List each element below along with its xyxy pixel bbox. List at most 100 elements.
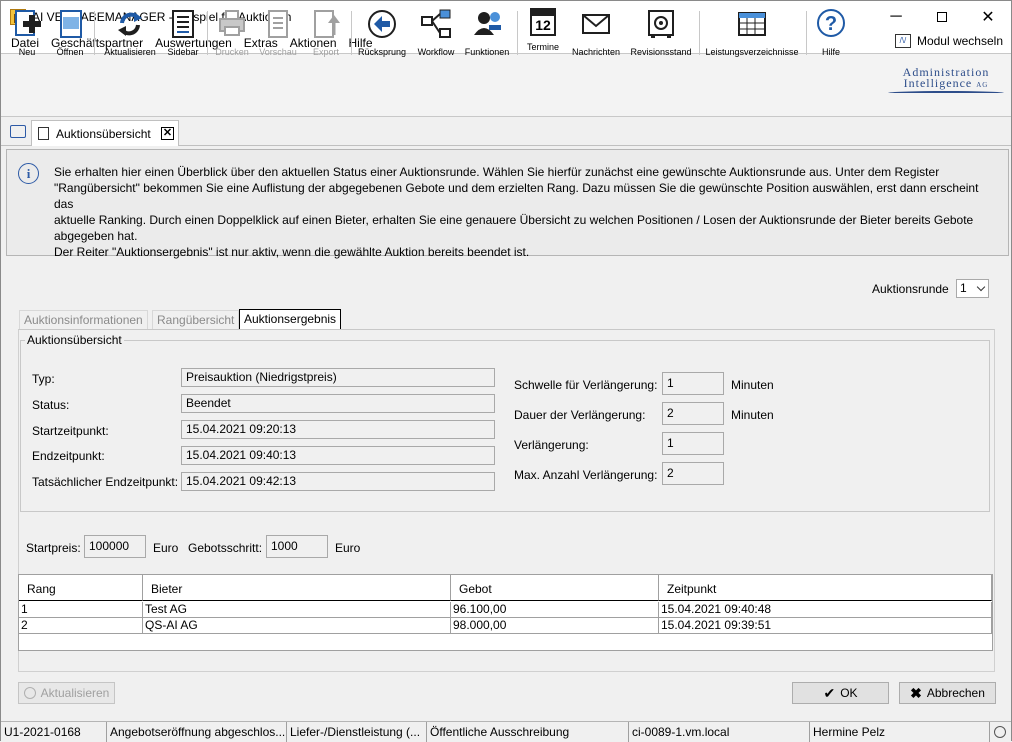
status-type: Liefer-/Dienstleistung (...	[287, 722, 427, 742]
toolbar-export-label: Export	[312, 47, 339, 57]
status-label: Status:	[32, 398, 70, 412]
toolbar-funktionen-button[interactable]: Funktionen	[464, 3, 510, 61]
toolbar-workflow-button[interactable]: Workflow	[415, 3, 457, 61]
toolbar-separator	[699, 11, 700, 55]
toolbar-revisionsstand-label: Revisionsstand	[630, 47, 692, 57]
toolbar-hilfe-button[interactable]: ? Hilfe	[815, 3, 847, 61]
schwelle-field: 1	[662, 372, 724, 395]
info-icon: i	[18, 163, 39, 184]
info-text: Sie erhalten hier einen Überblick über d…	[54, 164, 994, 260]
typ-label: Typ:	[32, 372, 55, 386]
toolbar-ruecksprung-button[interactable]: Rücksprung	[357, 3, 407, 61]
dauer-unit: Minuten	[731, 408, 774, 422]
toolbar-separator	[207, 11, 208, 55]
ok-label: OK	[840, 686, 858, 700]
toolbar-termine-button[interactable]: 12 Termine	[525, 3, 561, 61]
toolbar-nachrichten-label: Nachrichten	[571, 47, 621, 57]
toolbar-nachrichten-button[interactable]: Nachrichten	[570, 3, 622, 61]
column-header-zeitpunkt[interactable]: Zeitpunkt	[659, 575, 992, 601]
column-header-rang[interactable]: Rang	[19, 575, 143, 601]
toolbar-separator	[806, 11, 807, 55]
company-logo: Administration Intelligence AG	[888, 66, 1004, 97]
status-project-id: U1-2021-0168	[1, 722, 107, 742]
column-header-gebot[interactable]: Gebot	[451, 575, 659, 601]
toolbar-leistungsverzeichnisse-label: Leistungsverzeichnisse	[705, 47, 799, 57]
toolbar-vorschau-button[interactable]: Vorschau	[259, 3, 297, 61]
envelope-icon	[580, 7, 612, 41]
startpreis-label: Startpreis:	[26, 541, 81, 555]
toolbar-revisionsstand-button[interactable]: Revisionsstand	[630, 3, 692, 61]
toolbar-drucken-button[interactable]: Drucken	[214, 3, 250, 61]
modul-wechseln-button[interactable]: /\/ Modul wechseln	[894, 34, 1003, 48]
tab-auktionsinformationen[interactable]: Auktionsinformationen	[19, 310, 148, 329]
info-line: Sie erhalten hier einen Überblick über d…	[54, 165, 940, 179]
toolbar-export-button[interactable]: Export	[310, 3, 342, 61]
connection-status-icon	[994, 726, 1006, 738]
tab-auktionsuebersicht[interactable]: Auktionsübersicht ✕	[31, 120, 179, 146]
toolbar-neu-label: Neu	[18, 47, 36, 57]
results-table: Rang Bieter Gebot Zeitpunkt 1 Test AG 96…	[18, 574, 993, 651]
refresh-icon	[114, 7, 146, 41]
startpreis-field: 100000	[84, 535, 146, 558]
back-arrow-icon	[366, 7, 398, 41]
toolbar-workflow-label: Workflow	[417, 47, 455, 57]
toolbar-vorschau-label: Vorschau	[259, 47, 297, 57]
window-switch-icon[interactable]	[10, 125, 26, 138]
toolbar-separator	[517, 11, 518, 55]
toolbar-aktualisieren-button[interactable]: Aktualisieren	[102, 3, 158, 61]
status-user: Hermine Pelz	[810, 722, 990, 742]
typ-field: Preisauktion (Niedrigstpreis)	[181, 368, 495, 387]
table-cell[interactable]: 1	[19, 602, 143, 618]
toolbar-termine-label: Termine	[526, 42, 559, 52]
logo-swoosh	[888, 91, 1004, 95]
table-icon	[736, 7, 768, 41]
toolbar-neu-button[interactable]: Neu	[11, 3, 43, 61]
table-cell[interactable]: 96.100,00	[451, 602, 659, 618]
aktualisieren-button[interactable]: Aktualisieren	[18, 682, 115, 704]
logo-line2: Intelligence	[903, 76, 973, 90]
info-line: Der Reiter "Auktionsergebnis" ist nur ak…	[54, 245, 530, 259]
verlaengerung-field: 1	[662, 432, 724, 455]
cancel-button[interactable]: ✖ Abbrechen	[899, 682, 996, 704]
group-title: Auktionsübersicht	[25, 333, 124, 347]
printer-icon	[216, 7, 248, 41]
auktionsrunde-select[interactable]: 1	[956, 279, 989, 298]
preview-icon	[262, 7, 294, 41]
info-line: aktuelle Ranking. Durch einen Doppelklic…	[54, 213, 974, 227]
toolbar-sidebar-button[interactable]: Sidebar	[166, 3, 200, 61]
table-cell[interactable]: 15.04.2021 09:40:48	[659, 602, 992, 618]
toolbar-leistungsverzeichnisse-button[interactable]: Leistungsverzeichnisse	[705, 3, 799, 61]
toolbar-oeffnen-button[interactable]: Öffnen	[53, 3, 87, 61]
toolbar-separator	[351, 11, 352, 55]
info-panel: i Sie erhalten hier einen Überblick über…	[6, 149, 1009, 259]
tatsaechlicher-endzeitpunkt-field: 15.04.2021 09:42:13	[181, 472, 495, 491]
table-cell[interactable]: 15.04.2021 09:39:51	[659, 618, 992, 634]
dauer-field: 2	[662, 402, 724, 425]
minimize-button[interactable]: ─	[873, 1, 919, 32]
info-line: abgegeben hat.	[54, 229, 138, 243]
functions-icon	[471, 7, 503, 41]
workflow-icon	[420, 7, 452, 41]
tab-rangübersicht[interactable]: Rangübersicht	[152, 310, 240, 329]
toolbar-oeffnen-label: Öffnen	[56, 47, 84, 57]
close-tab-icon[interactable]: ✕	[161, 127, 174, 140]
close-button[interactable]: ✕	[965, 1, 1011, 32]
toolbar	[1, 53, 1011, 117]
table-cell[interactable]: 2	[19, 618, 143, 634]
startpreis-unit: Euro	[153, 541, 179, 555]
gebotsschritt-unit: Euro	[335, 541, 361, 555]
column-header-bieter[interactable]: Bieter	[143, 575, 451, 601]
table-cell[interactable]: QS-AI AG	[143, 618, 451, 634]
toolbar-aktualisieren-label: Aktualisieren	[104, 47, 156, 57]
table-cell[interactable]: Test AG	[143, 602, 451, 618]
toolbar-hilfe-label: Hilfe	[821, 47, 840, 57]
ok-button[interactable]: ✔ OK	[792, 682, 889, 704]
logo-suffix: AG	[976, 81, 989, 89]
tab-auktionsergebnis[interactable]: Auktionsergebnis	[239, 309, 342, 329]
table-cell[interactable]: 98.000,00	[451, 618, 659, 634]
maximize-button[interactable]	[919, 1, 965, 32]
status-field: Beendet	[181, 394, 495, 413]
auktionsrunde-label: Auktionsrunde	[872, 282, 949, 296]
status-phase: Angebotseröffnung abgeschlos...	[107, 722, 287, 742]
auktionsrunde-value: 1	[960, 281, 967, 295]
